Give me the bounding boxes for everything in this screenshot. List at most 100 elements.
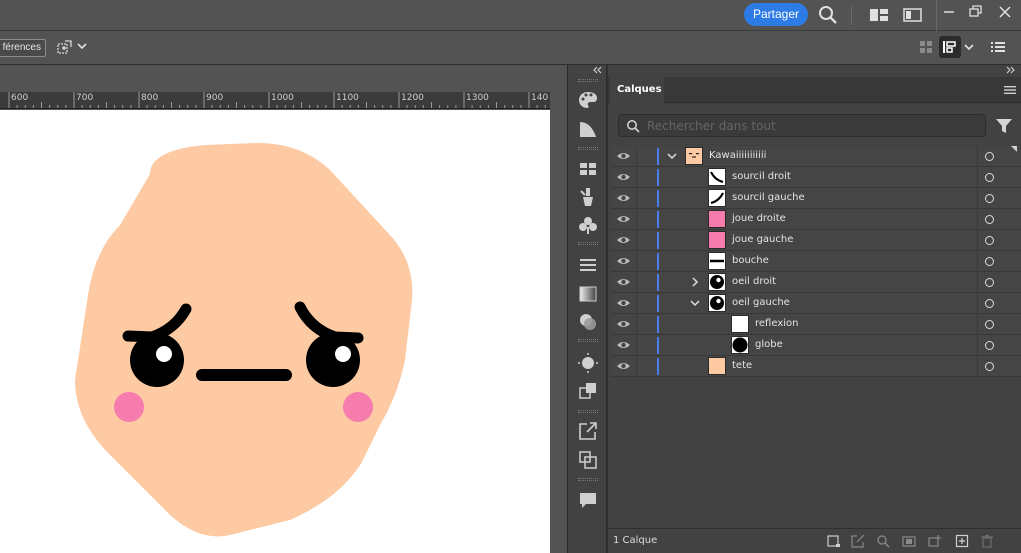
target-icon[interactable]	[985, 215, 994, 224]
eye-icon[interactable]	[616, 254, 631, 268]
grid-icon[interactable]	[918, 39, 934, 55]
eye-icon[interactable]	[616, 338, 631, 352]
eye-icon[interactable]	[616, 275, 631, 289]
artboard[interactable]	[0, 110, 550, 553]
restore-icon[interactable]	[965, 2, 987, 22]
expand-panel-icon[interactable]	[1006, 66, 1016, 74]
lock-column[interactable]	[636, 335, 637, 356]
symbols-icon[interactable]	[577, 214, 599, 236]
layer-name[interactable]: oeil gauche	[732, 297, 790, 308]
target-icon[interactable]	[985, 236, 994, 245]
list-icon[interactable]	[990, 40, 1006, 54]
layer-row[interactable]: bouche	[611, 251, 1021, 272]
lock-column[interactable]	[636, 188, 637, 209]
layer-name[interactable]: Kawaiiiiiiiiiii	[709, 150, 766, 161]
layer-name[interactable]: bouche	[732, 255, 769, 266]
workspace-icon[interactable]	[902, 5, 924, 25]
filter-icon[interactable]	[995, 117, 1013, 135]
layer-row[interactable]: globe	[611, 335, 1021, 356]
document-canvas[interactable]: 600 700 800 900 1000 1100 1200 1300 140	[0, 65, 567, 553]
layer-row[interactable]: joue droite	[611, 209, 1021, 230]
brushes-icon[interactable]	[577, 186, 599, 208]
chevron-down-icon[interactable]	[667, 151, 677, 161]
export-icon[interactable]	[577, 420, 599, 442]
color-icon[interactable]	[577, 89, 599, 111]
eye-icon[interactable]	[616, 233, 631, 247]
chevron-down-icon[interactable]	[77, 41, 87, 51]
new-sublayer-icon[interactable]	[928, 534, 942, 548]
layer-name[interactable]: tete	[732, 360, 752, 371]
layer-row[interactable]: sourcil droit	[611, 167, 1021, 188]
panel-grip[interactable]	[578, 478, 598, 481]
layer-name[interactable]: reflexion	[755, 318, 798, 329]
make-clipping-mask-icon[interactable]	[902, 534, 916, 548]
transform-again-icon[interactable]	[56, 39, 74, 57]
preferences-button[interactable]: férences	[0, 39, 46, 57]
layer-name[interactable]: joue droite	[732, 213, 786, 224]
align-panel-button[interactable]	[939, 36, 961, 58]
lock-column[interactable]	[636, 251, 637, 272]
graphic-styles-icon[interactable]	[577, 380, 599, 402]
layer-row[interactable]: oeil droit	[611, 272, 1021, 293]
swatches-icon[interactable]	[577, 158, 599, 180]
export-selection-icon[interactable]	[851, 534, 865, 548]
eye-icon[interactable]	[616, 296, 631, 310]
minimize-icon[interactable]	[938, 2, 960, 22]
lock-column[interactable]	[636, 146, 637, 167]
target-icon[interactable]	[985, 362, 994, 371]
eye-icon[interactable]	[616, 170, 631, 184]
lock-column[interactable]	[636, 272, 637, 293]
layer-row[interactable]: sourcil gauche	[611, 188, 1021, 209]
new-layer-icon[interactable]	[955, 534, 969, 548]
locate-object-icon[interactable]	[876, 534, 890, 548]
layer-search-input[interactable]	[647, 118, 967, 133]
horizontal-ruler[interactable]: 600 700 800 900 1000 1100 1200 1300 140	[0, 92, 550, 109]
panel-grip[interactable]	[578, 147, 598, 150]
layer-name[interactable]: oeil droit	[732, 276, 776, 287]
eye-icon[interactable]	[616, 149, 631, 163]
panel-menu-icon[interactable]	[1004, 85, 1016, 95]
arrange-documents-icon[interactable]	[868, 5, 890, 25]
artboards-icon[interactable]	[577, 449, 599, 471]
eye-icon[interactable]	[616, 212, 631, 226]
lock-column[interactable]	[636, 230, 637, 251]
gradient-icon[interactable]	[577, 283, 599, 305]
share-button[interactable]: Partager	[744, 3, 808, 26]
color-guide-icon[interactable]	[577, 118, 599, 140]
layer-row[interactable]: Kawaiiiiiiiiiii	[611, 146, 1021, 167]
layer-search-field[interactable]	[618, 114, 986, 137]
layer-row[interactable]: joue gauche	[611, 230, 1021, 251]
target-icon[interactable]	[985, 152, 994, 161]
kawaii-face-artwork[interactable]	[0, 110, 550, 553]
tab-layers[interactable]: Calques	[610, 77, 664, 103]
lock-column[interactable]	[636, 314, 637, 335]
search-icon[interactable]	[817, 5, 839, 25]
chevron-down-icon[interactable]	[964, 42, 974, 52]
chevron-right-icon[interactable]	[690, 277, 700, 287]
target-icon[interactable]	[985, 173, 994, 182]
eye-icon[interactable]	[616, 317, 631, 331]
comments-icon[interactable]	[577, 489, 599, 511]
layer-name[interactable]: joue gauche	[732, 234, 793, 245]
lock-column[interactable]	[636, 293, 637, 314]
eye-icon[interactable]	[616, 191, 631, 205]
layer-row[interactable]: tete	[611, 356, 1021, 377]
panel-grip[interactable]	[578, 242, 598, 245]
lock-column[interactable]	[636, 209, 637, 230]
panel-grip[interactable]	[578, 79, 598, 82]
lock-column[interactable]	[636, 167, 637, 188]
layer-name[interactable]: globe	[755, 339, 783, 350]
lock-column[interactable]	[636, 356, 637, 377]
transparency-icon[interactable]	[577, 311, 599, 333]
target-icon[interactable]	[985, 278, 994, 287]
target-icon[interactable]	[985, 299, 994, 308]
panel-grip[interactable]	[578, 339, 598, 342]
collapse-dock-icon[interactable]	[592, 66, 602, 74]
collect-export-icon[interactable]	[827, 534, 841, 548]
layer-name[interactable]: sourcil droit	[732, 171, 791, 182]
target-icon[interactable]	[985, 257, 994, 266]
layer-row[interactable]: reflexion	[611, 314, 1021, 335]
eye-icon[interactable]	[616, 359, 631, 373]
target-icon[interactable]	[985, 341, 994, 350]
panel-grip[interactable]	[578, 410, 598, 413]
